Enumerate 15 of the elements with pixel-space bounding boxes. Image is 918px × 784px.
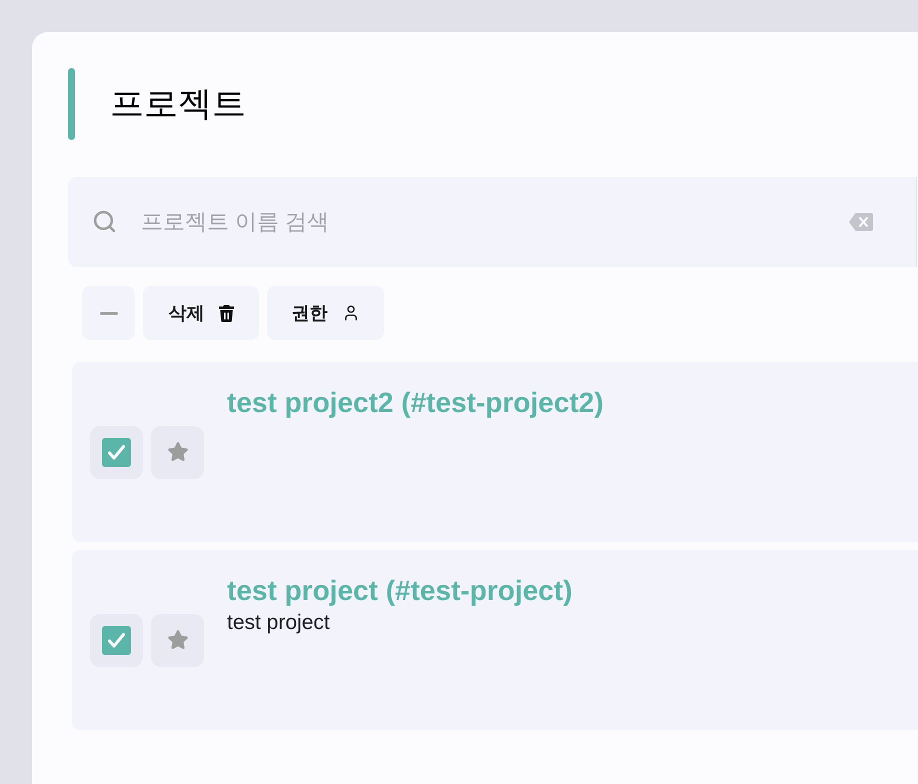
trash-icon [218, 304, 234, 322]
search-field[interactable]: 프로젝트 이름 검색 [68, 177, 917, 267]
accent-bar [68, 68, 75, 140]
delete-button[interactable]: 삭제 [143, 286, 259, 340]
search-icon [92, 209, 117, 234]
select-button[interactable] [90, 614, 143, 666]
clear-icon[interactable] [849, 213, 873, 231]
page-title: 프로젝트 [110, 84, 246, 124]
favorite-button[interactable] [151, 614, 204, 666]
project-card[interactable]: test project (#test-project) test project [72, 550, 918, 730]
favorite-button[interactable] [151, 426, 204, 478]
select-button[interactable] [90, 426, 143, 478]
minus-icon [100, 312, 118, 314]
project-description: test project [227, 610, 331, 636]
permission-button[interactable]: 권한 [267, 286, 384, 340]
